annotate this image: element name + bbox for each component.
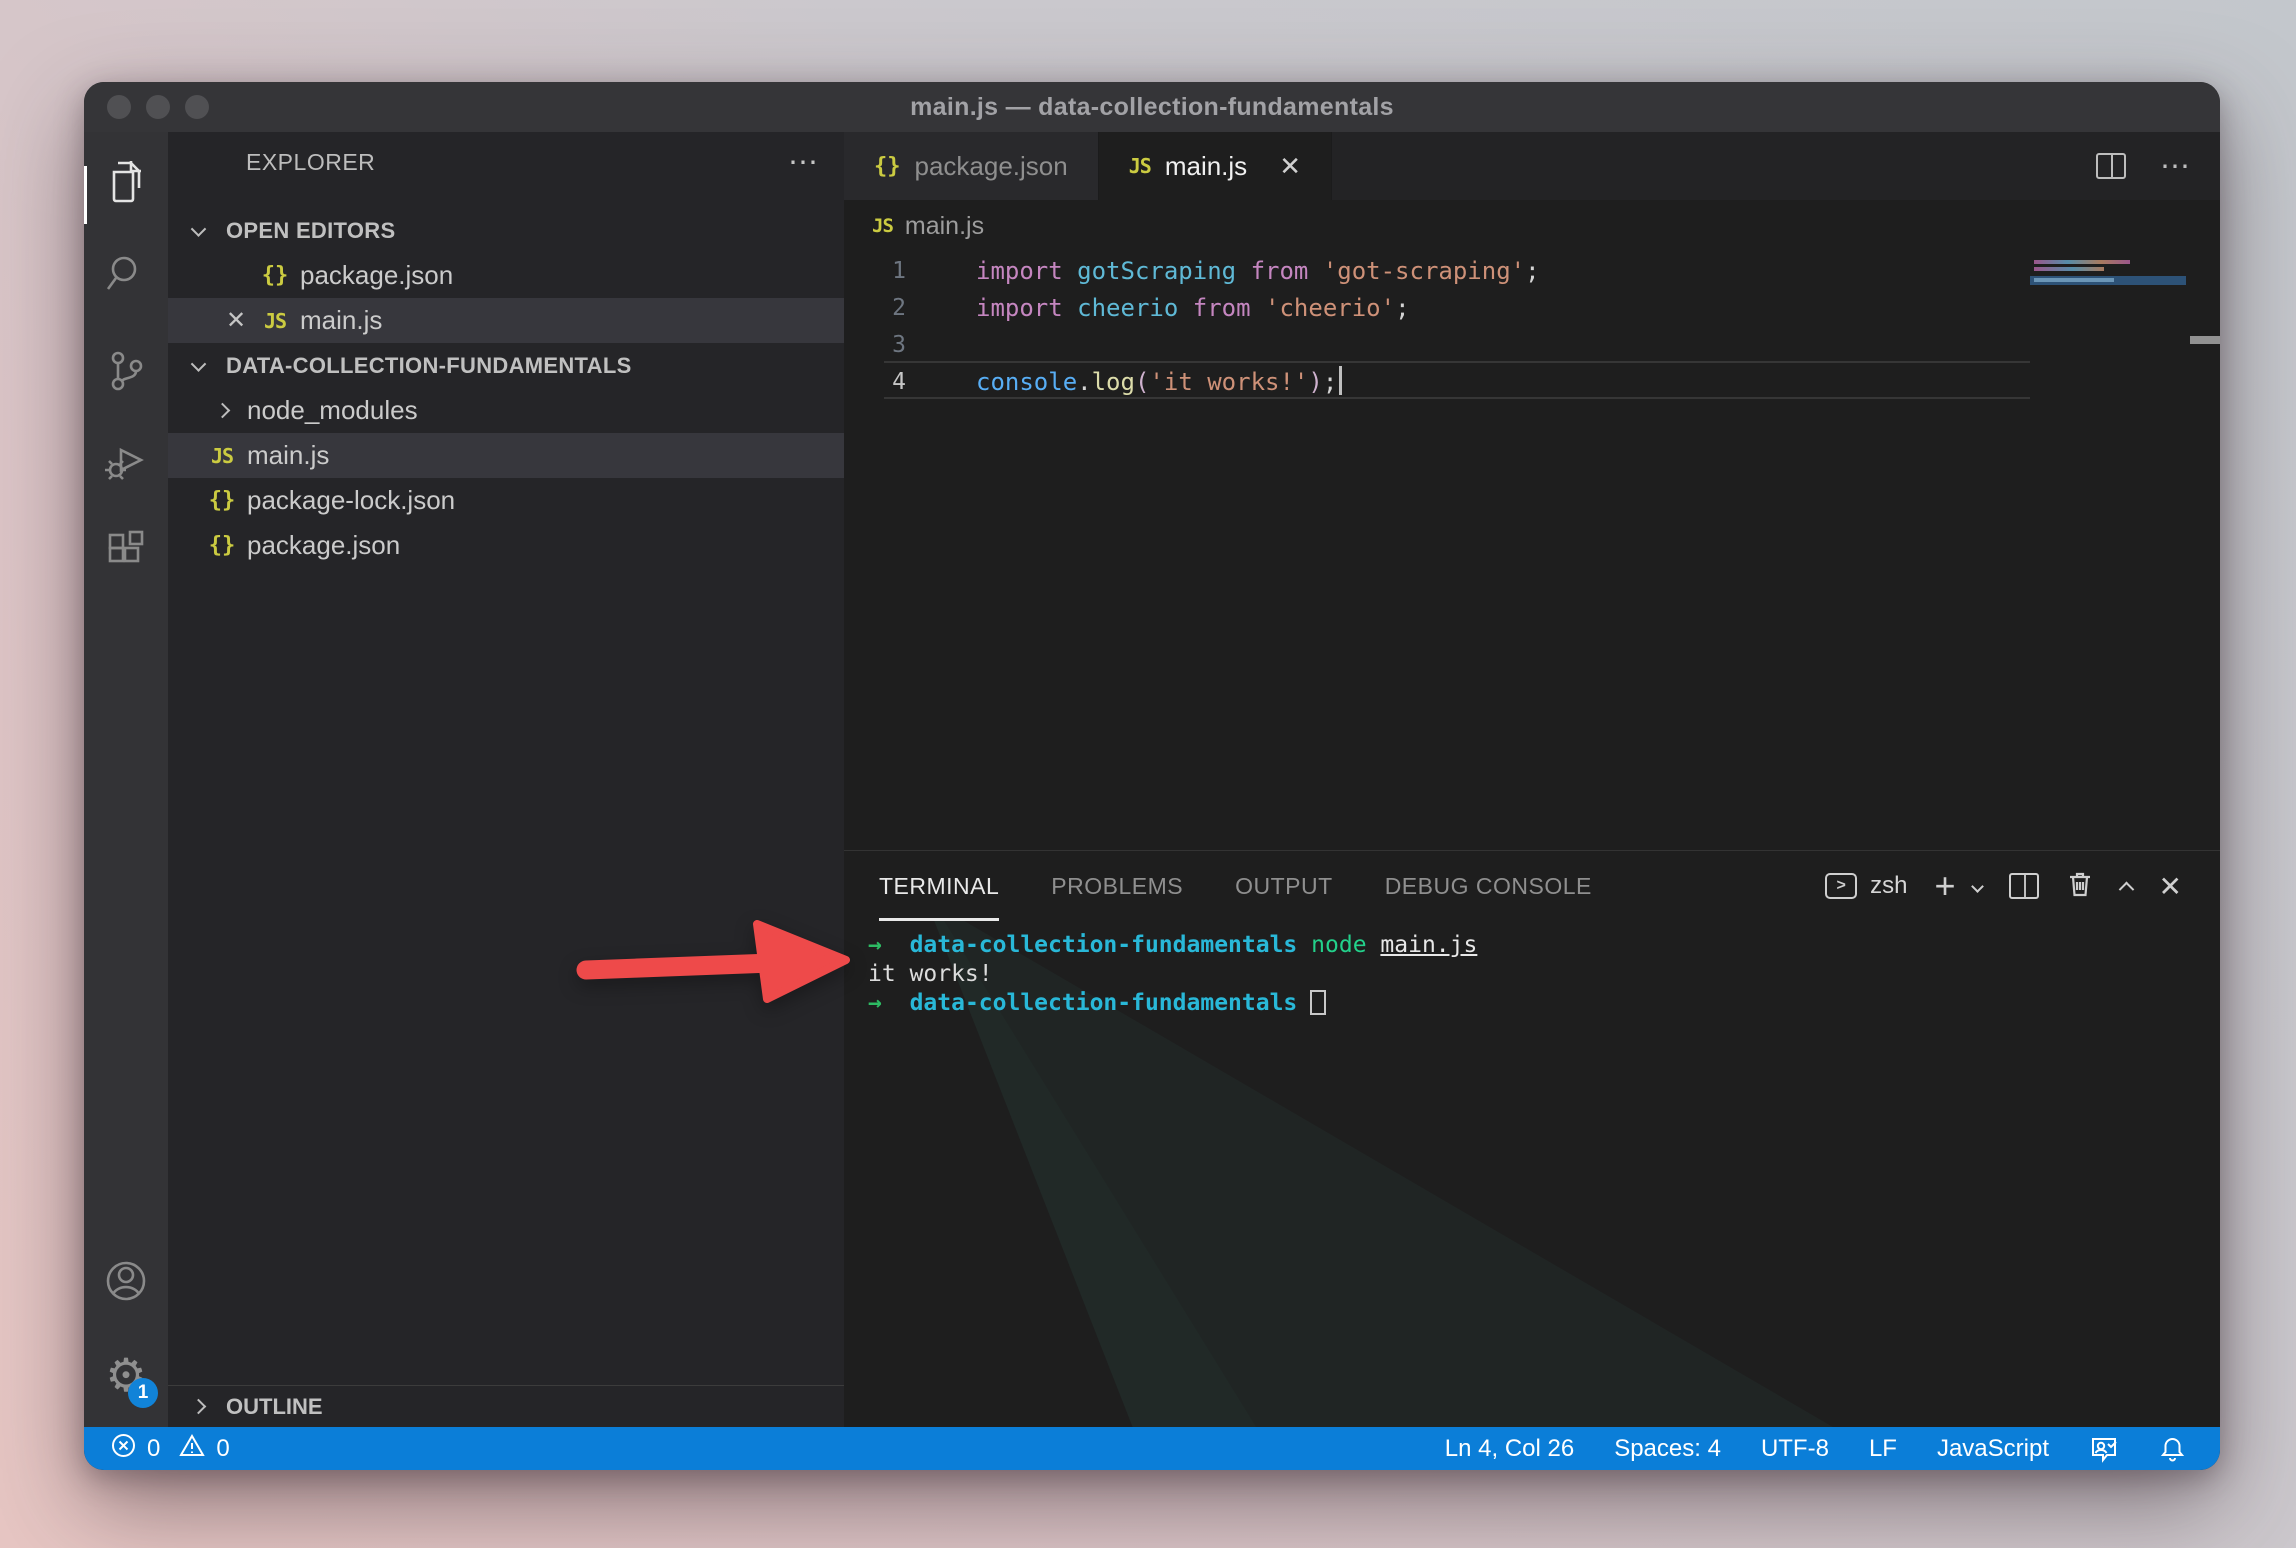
window-title: main.js — data-collection-fundamentals (84, 93, 2220, 122)
section-workspace-folder[interactable]: DATA-COLLECTION-FUNDAMENTALS (168, 343, 844, 388)
tab-problems[interactable]: PROBLEMS (1051, 851, 1183, 921)
sidebar-title: EXPLORER (246, 149, 375, 176)
terminal-cursor (1310, 990, 1326, 1015)
feedback-icon[interactable] (2089, 1435, 2119, 1463)
status-bar: 0 0 Ln 4, Col 26 Spaces: 4 UTF-8 LF Java… (84, 1427, 2220, 1470)
chevron-down-icon (190, 221, 206, 237)
code-line: 1import gotScraping from 'got-scraping'; (844, 252, 2220, 289)
account-icon (103, 1258, 149, 1309)
tab-output[interactable]: OUTPUT (1235, 851, 1333, 921)
terminal-panel: TERMINAL PROBLEMS OUTPUT DEBUG CONSOLE >… (844, 850, 2220, 1427)
run-debug-icon (103, 438, 149, 489)
active-view-indicator (84, 166, 87, 224)
sidebar-item-extensions[interactable] (84, 507, 168, 597)
sidebar-item-source-control[interactable] (84, 328, 168, 418)
tree-item-main-js[interactable]: JS main.js (168, 433, 844, 478)
traffic-lights (107, 95, 209, 119)
sidebar-item-search[interactable] (84, 230, 168, 320)
encoding[interactable]: UTF-8 (1761, 1435, 1829, 1463)
code-line: 4console.log('it works!'); (844, 363, 2220, 400)
minimize-window-button[interactable] (146, 95, 170, 119)
code-line: 3 (844, 326, 2220, 363)
problems-status[interactable]: 0 0 (110, 1432, 230, 1466)
vscode-window: main.js — data-collection-fundamentals (84, 82, 2220, 1470)
sidebar-item-run-debug[interactable] (84, 418, 168, 508)
explorer-tree: OPEN EDITORS {} package.json ✕ JS main.j… (168, 208, 844, 568)
chevron-right-icon (214, 403, 230, 419)
sidebar-item-explorer[interactable] (84, 138, 168, 228)
minimap[interactable] (2030, 252, 2190, 850)
js-file-icon: JS (1129, 154, 1151, 178)
editor-scrollbar[interactable] (2190, 252, 2220, 850)
warning-icon (178, 1432, 206, 1466)
settings-badge: 1 (128, 1378, 158, 1408)
code-editor[interactable]: 1import gotScraping from 'got-scraping';… (844, 252, 2220, 850)
explorer-sidebar: EXPLORER ⋯ OPEN EDITORS {} package.json … (168, 132, 844, 1427)
scroll-position-marker (2190, 336, 2220, 344)
chevron-right-icon (190, 1399, 206, 1415)
editor-actions: ⋯ (2096, 132, 2220, 200)
more-actions-icon[interactable]: ⋯ (2160, 149, 2192, 184)
split-editor-icon[interactable] (2096, 153, 2126, 179)
code-line: 2import cheerio from 'cheerio'; (844, 289, 2220, 326)
terminal-output[interactable]: → data-collection-fundamentals node main… (868, 930, 1477, 1017)
chevron-down-icon (190, 356, 206, 372)
section-outline[interactable]: OUTLINE (168, 1385, 844, 1427)
tree-item-node-modules[interactable]: node_modules (168, 388, 844, 433)
activity-bar: ⚙ 1 (84, 132, 168, 1427)
close-icon[interactable]: ✕ (222, 306, 250, 335)
terminal-line: it works! (868, 959, 1477, 988)
trash-icon[interactable] (2066, 869, 2094, 904)
text-cursor (1339, 366, 1342, 395)
editor-tabstrip: {} package.json JS main.js ✕ ⋯ (844, 132, 2220, 200)
tree-item-package-json[interactable]: {} package.json (168, 523, 844, 568)
breadcrumb[interactable]: JS main.js (844, 200, 2220, 252)
new-terminal-icon[interactable]: + (1935, 868, 1956, 904)
terminal-line: → data-collection-fundamentals node main… (868, 930, 1477, 959)
close-window-button[interactable] (107, 95, 131, 119)
bell-icon[interactable] (2159, 1435, 2186, 1463)
terminal-line: → data-collection-fundamentals (868, 988, 1477, 1017)
close-panel-icon[interactable]: ✕ (2159, 870, 2182, 903)
more-actions-icon[interactable]: ⋯ (788, 145, 820, 180)
split-terminal-icon[interactable] (2009, 873, 2039, 899)
code-lines: 1import gotScraping from 'got-scraping';… (844, 252, 2220, 400)
tree-item-package-lock-json[interactable]: {} package-lock.json (168, 478, 844, 523)
close-tab-icon[interactable]: ✕ (1279, 151, 1301, 182)
extensions-icon (104, 528, 148, 577)
titlebar: main.js — data-collection-fundamentals (84, 82, 2220, 132)
settings-button[interactable]: ⚙ 1 (84, 1330, 168, 1420)
tab-main-js[interactable]: JS main.js ✕ (1099, 132, 1332, 200)
open-editor-package-json[interactable]: {} package.json (168, 253, 844, 298)
chevron-down-icon[interactable] (1971, 880, 1984, 893)
sidebar-header: EXPLORER ⋯ (168, 132, 844, 192)
zoom-window-button[interactable] (185, 95, 209, 119)
eol-sequence[interactable]: LF (1869, 1435, 1897, 1463)
source-control-icon (104, 348, 148, 399)
tab-terminal[interactable]: TERMINAL (879, 851, 999, 921)
json-braces-icon: {} (208, 488, 236, 513)
files-icon (104, 157, 148, 210)
panel-header: TERMINAL PROBLEMS OUTPUT DEBUG CONSOLE >… (844, 851, 2220, 921)
js-file-icon: JS (261, 309, 289, 333)
json-braces-icon: {} (874, 154, 901, 179)
json-braces-icon: {} (261, 263, 289, 288)
json-braces-icon: {} (208, 533, 236, 558)
account-button[interactable] (84, 1238, 168, 1328)
section-open-editors[interactable]: OPEN EDITORS (168, 208, 844, 253)
js-file-icon: JS (208, 444, 236, 468)
shell-name[interactable]: zsh (1870, 872, 1907, 900)
tab-package-json[interactable]: {} package.json (844, 132, 1099, 200)
cursor-position[interactable]: Ln 4, Col 26 (1445, 1435, 1574, 1463)
indentation[interactable]: Spaces: 4 (1614, 1435, 1721, 1463)
tab-debug-console[interactable]: DEBUG CONSOLE (1385, 851, 1592, 921)
search-icon (104, 251, 148, 300)
language-mode[interactable]: JavaScript (1937, 1435, 2049, 1463)
open-editor-main-js[interactable]: ✕ JS main.js (168, 298, 844, 343)
terminal-icon: > (1825, 873, 1857, 899)
js-file-icon: JS (872, 215, 893, 237)
error-icon (110, 1432, 137, 1466)
maximize-panel-icon[interactable] (2118, 881, 2134, 897)
